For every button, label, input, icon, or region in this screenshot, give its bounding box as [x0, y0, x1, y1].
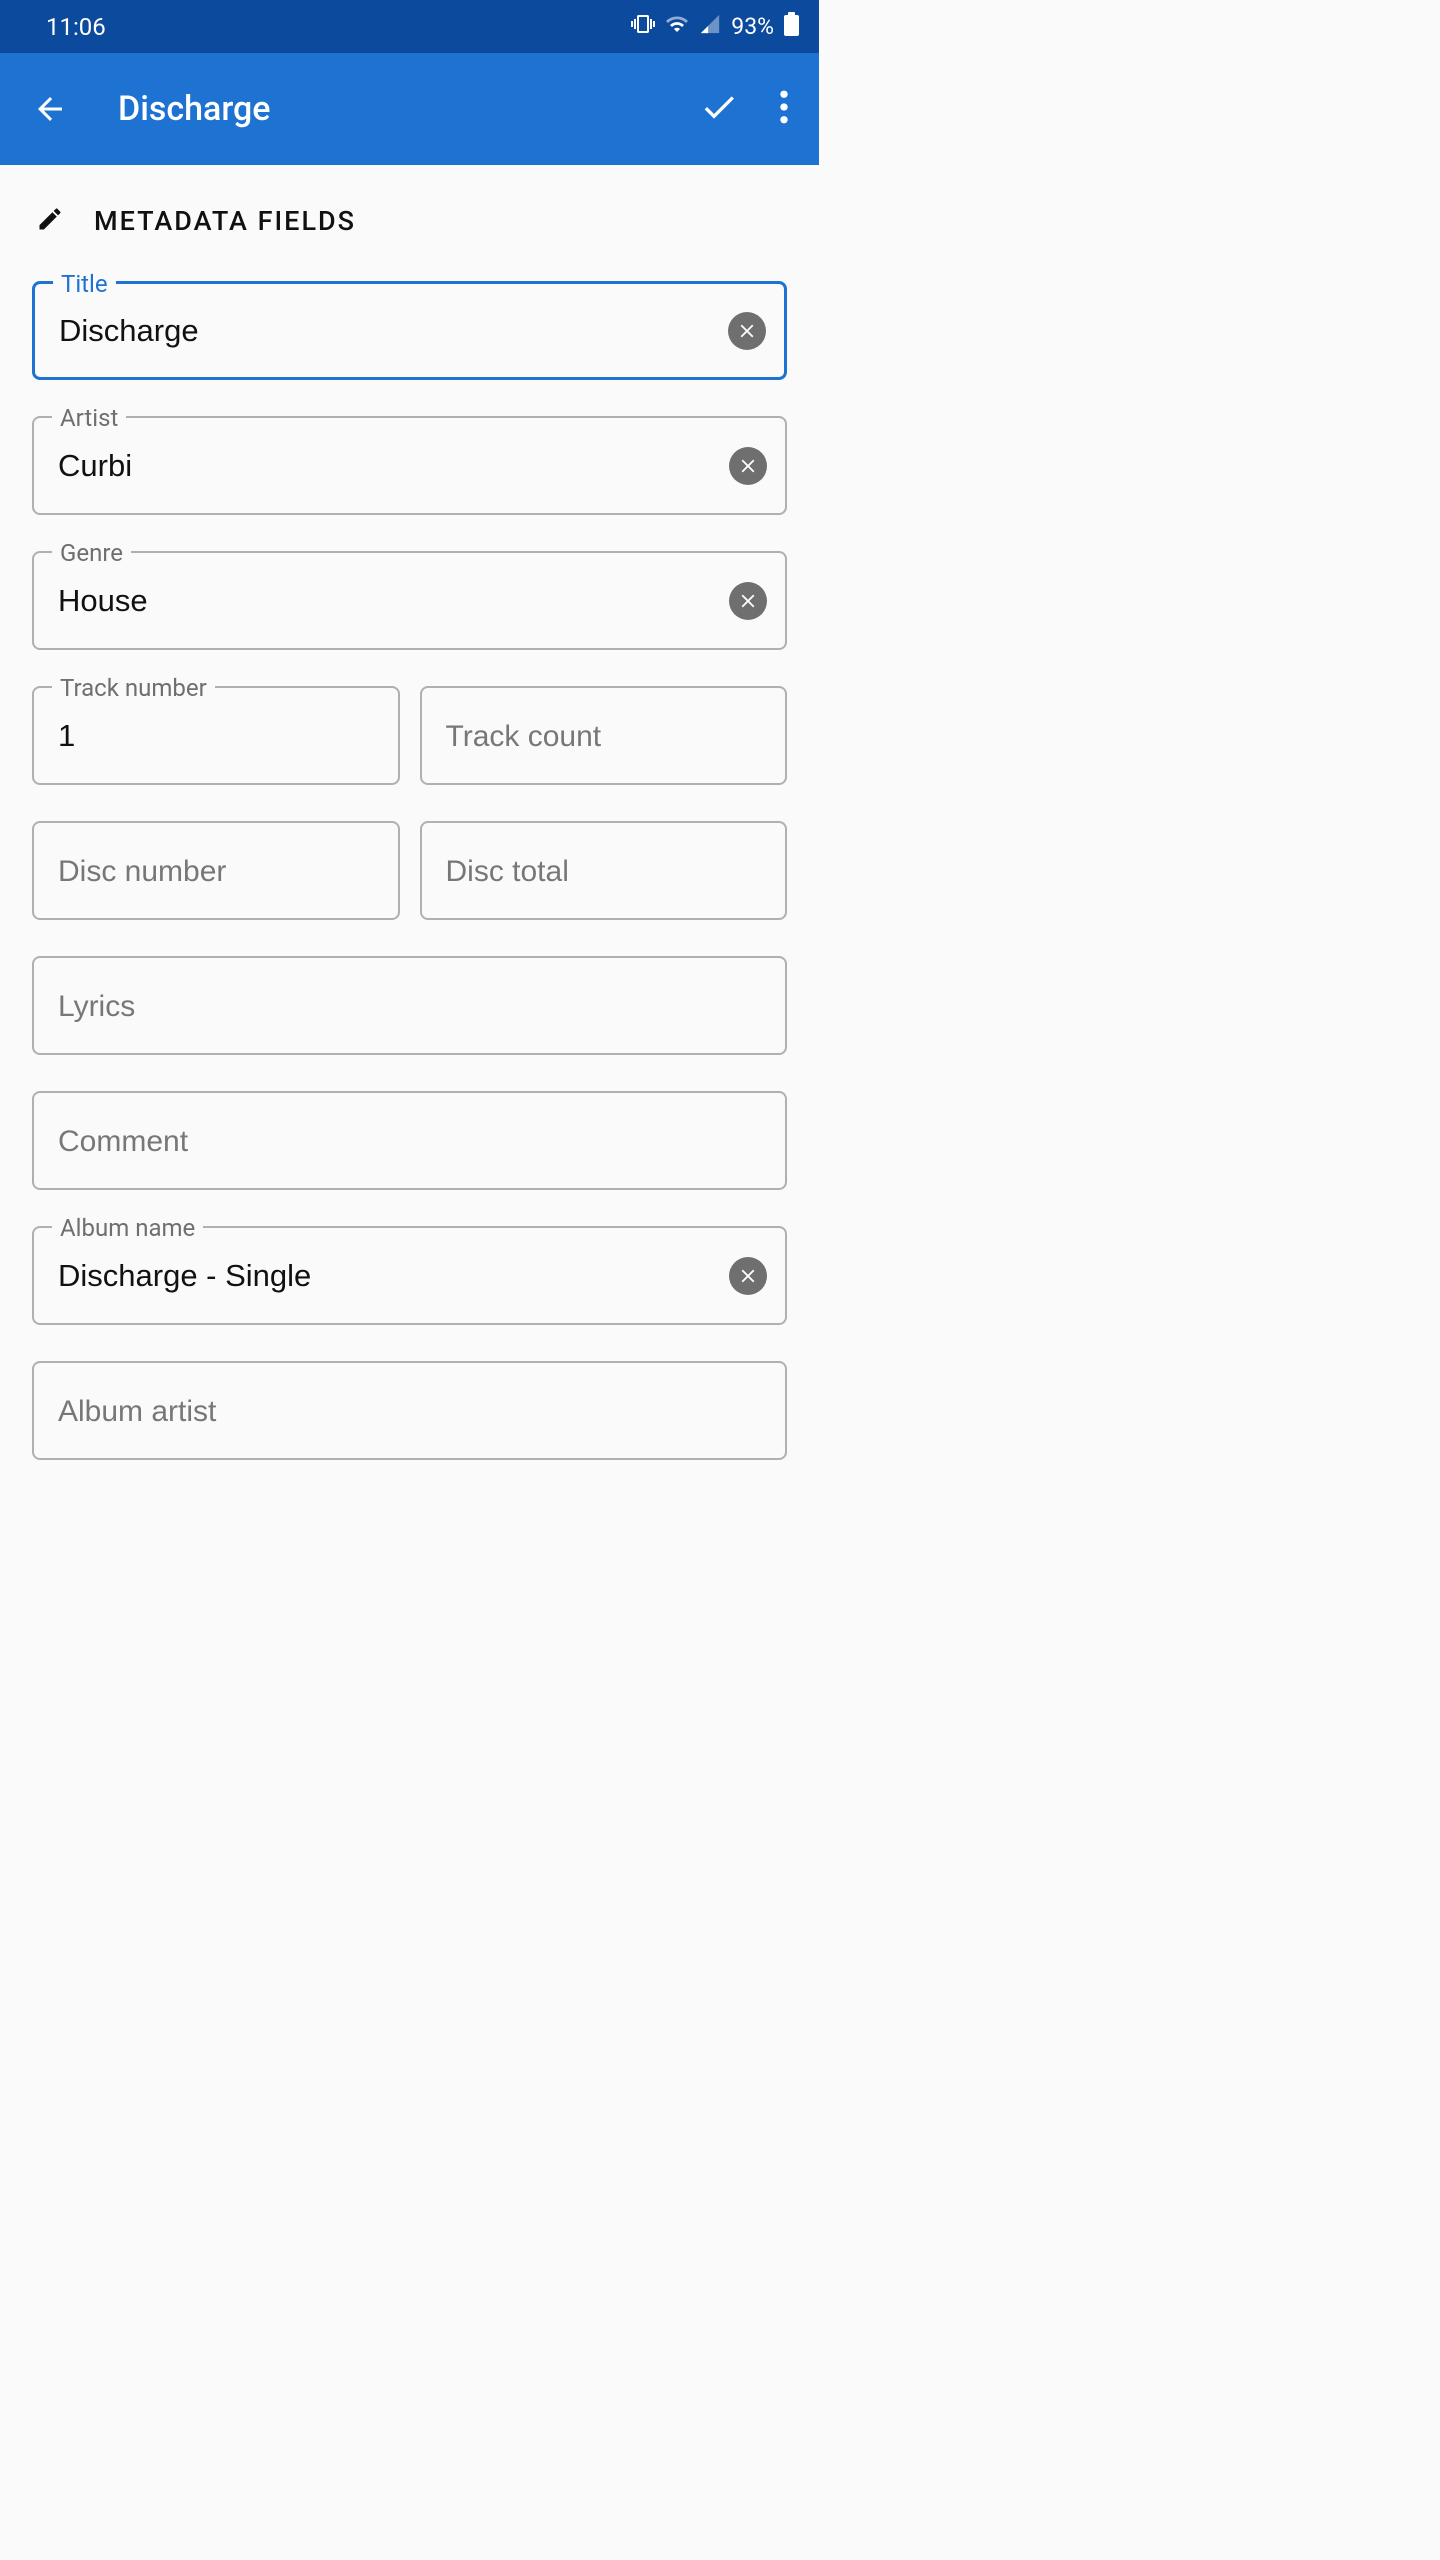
album-name-label: Album name — [52, 1214, 203, 1242]
vibrate-icon — [631, 12, 655, 42]
clear-title-button[interactable] — [728, 312, 766, 350]
disc-number-field[interactable] — [32, 821, 400, 920]
clear-artist-button[interactable] — [729, 447, 767, 485]
album-name-field[interactable]: Album name — [32, 1226, 787, 1325]
battery-percent: 93% — [731, 13, 774, 40]
genre-label: Genre — [52, 539, 131, 567]
wifi-icon — [665, 12, 689, 42]
confirm-button[interactable] — [699, 87, 739, 131]
battery-icon — [784, 12, 799, 42]
section-header-label: METADATA FIELDS — [94, 205, 356, 237]
clear-genre-button[interactable] — [729, 582, 767, 620]
title-label: Title — [53, 270, 116, 298]
clear-album-name-button[interactable] — [729, 1257, 767, 1295]
comment-field[interactable] — [32, 1091, 787, 1190]
album-artist-input[interactable] — [58, 1363, 767, 1458]
statusbar-right: 93% — [631, 12, 799, 42]
pencil-icon — [36, 205, 64, 237]
disc-total-input[interactable] — [446, 823, 768, 918]
genre-field[interactable]: Genre — [32, 551, 787, 650]
album-artist-field[interactable] — [32, 1361, 787, 1460]
track-number-field[interactable]: Track number — [32, 686, 400, 785]
track-number-label: Track number — [52, 674, 215, 702]
title-input[interactable] — [59, 284, 728, 377]
artist-label: Artist — [52, 404, 126, 432]
artist-field[interactable]: Artist — [32, 416, 787, 515]
section-header: METADATA FIELDS — [32, 205, 787, 237]
artist-input[interactable] — [58, 418, 729, 513]
track-count-field[interactable] — [420, 686, 788, 785]
title-field[interactable]: Title — [32, 281, 787, 380]
content: METADATA FIELDS Title Artist Genre Track… — [0, 165, 819, 1460]
disc-number-input[interactable] — [58, 823, 380, 918]
track-count-input[interactable] — [446, 688, 768, 783]
app-bar: Discharge — [0, 53, 819, 165]
track-number-input[interactable] — [58, 688, 380, 783]
statusbar-time: 11:06 — [46, 13, 106, 41]
lyrics-input[interactable] — [58, 958, 767, 1053]
disc-total-field[interactable] — [420, 821, 788, 920]
back-button[interactable] — [32, 91, 76, 127]
lyrics-field[interactable] — [32, 956, 787, 1055]
comment-input[interactable] — [58, 1093, 767, 1188]
appbar-title: Discharge — [118, 89, 699, 129]
album-name-input[interactable] — [58, 1228, 729, 1323]
cellular-icon — [699, 13, 721, 41]
overflow-menu-button[interactable] — [779, 90, 789, 128]
appbar-actions — [699, 87, 789, 131]
genre-input[interactable] — [58, 553, 729, 648]
status-bar: 11:06 93% — [0, 0, 819, 53]
